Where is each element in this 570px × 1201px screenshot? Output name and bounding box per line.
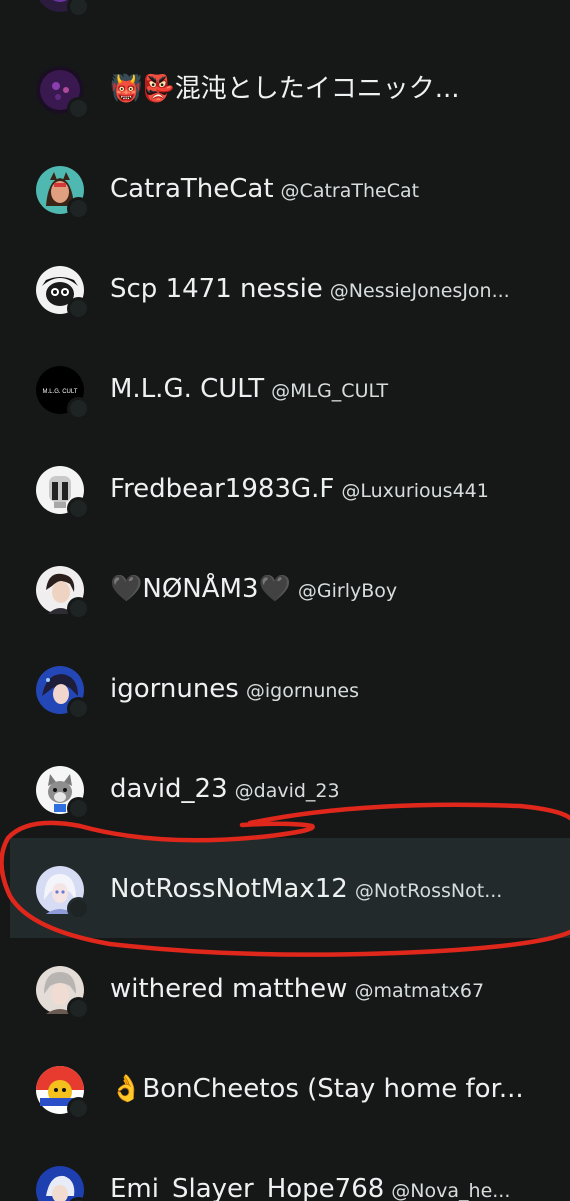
- user-row[interactable]: 🖤NØNÅM3🖤 @GirlyBoy: [10, 538, 570, 638]
- user-row[interactable]: 👌BonCheetos (Stay home for...: [10, 1038, 570, 1138]
- display-name: CatraTheCat: [110, 174, 274, 204]
- user-row[interactable]: Fredbear1983G.F @Luxurious441: [10, 438, 570, 538]
- avatar: M.L.G. CULT: [36, 366, 90, 420]
- display-name: Scp 1471 nessie: [110, 274, 323, 304]
- display-name: NotRossNotMax12: [110, 874, 348, 904]
- user-handle: @Nova_he...: [391, 1180, 511, 1201]
- user-row[interactable]: igornunes @igornunes: [10, 638, 570, 738]
- avatar: [36, 166, 90, 220]
- status-indicator: [67, 497, 90, 520]
- status-indicator: [67, 197, 90, 220]
- user-handle: @NotRossNot...: [354, 880, 503, 902]
- user-handle: @Luxurious441: [341, 480, 489, 502]
- user-row[interactable]: 👹👺混沌としたイコニック...: [10, 38, 570, 138]
- display-name: 🖤NØNÅM3🖤: [110, 574, 291, 604]
- display-name: 👹👺混沌としたイコニック...: [110, 74, 460, 104]
- status-indicator: [67, 797, 90, 820]
- status-indicator: [67, 997, 90, 1020]
- display-name: 👌BonCheetos (Stay home for...: [110, 1074, 524, 1104]
- avatar: [36, 566, 90, 620]
- user-row[interactable]: withered matthew @matmatx67: [10, 938, 570, 1038]
- user-row[interactable]: M.L.G. CULT M.L.G. CULT @MLG_CULT: [10, 338, 570, 438]
- status-indicator: [67, 297, 90, 320]
- status-indicator: [67, 897, 90, 920]
- status-indicator: [67, 397, 90, 420]
- avatar: [36, 1066, 90, 1120]
- user-row[interactable]: Emi_Slayer_Hope768 @Nova_he...: [10, 1138, 570, 1201]
- svg-text:M.L.G. CULT: M.L.G. CULT: [43, 389, 78, 395]
- display-name: igornunes: [110, 674, 239, 704]
- avatar: [36, 266, 90, 320]
- display-name: david_23: [110, 774, 228, 804]
- user-row-highlighted[interactable]: NotRossNotMax12 @NotRossNot...: [10, 838, 570, 938]
- display-name: Emi_Slayer_Hope768: [110, 1174, 385, 1201]
- avatar: [36, 766, 90, 820]
- avatar: [36, 466, 90, 520]
- user-handle: @MLG_CULT: [271, 380, 389, 402]
- avatar: [36, 1166, 90, 1201]
- status-indicator: [67, 697, 90, 720]
- status-indicator: [67, 97, 90, 120]
- avatar: [36, 866, 90, 920]
- user-row[interactable]: [10, 0, 570, 38]
- user-row[interactable]: Scp 1471 nessie @NessieJonesJon...: [10, 238, 570, 338]
- avatar: [36, 666, 90, 720]
- user-list: 👹👺混沌としたイコニック... CatraTheCat @CatraTheCat: [10, 0, 570, 1201]
- user-handle: @matmatx67: [354, 980, 485, 1002]
- user-handle: @CatraTheCat: [280, 180, 420, 202]
- avatar: [36, 66, 90, 120]
- user-handle: @david_23: [234, 780, 340, 802]
- user-handle: @NessieJonesJon...: [329, 280, 510, 302]
- user-handle: @GirlyBoy: [297, 580, 398, 602]
- display-name: Fredbear1983G.F: [110, 474, 335, 504]
- status-indicator: [67, 1097, 90, 1120]
- status-indicator: [67, 597, 90, 620]
- display-name: withered matthew: [110, 974, 348, 1004]
- user-row[interactable]: CatraTheCat @CatraTheCat: [10, 138, 570, 238]
- user-handle: @igornunes: [245, 680, 360, 702]
- avatar: [36, 966, 90, 1020]
- avatar: [36, 0, 90, 18]
- user-row[interactable]: david_23 @david_23: [10, 738, 570, 838]
- status-indicator: [67, 0, 90, 18]
- display-name: M.L.G. CULT: [110, 374, 265, 404]
